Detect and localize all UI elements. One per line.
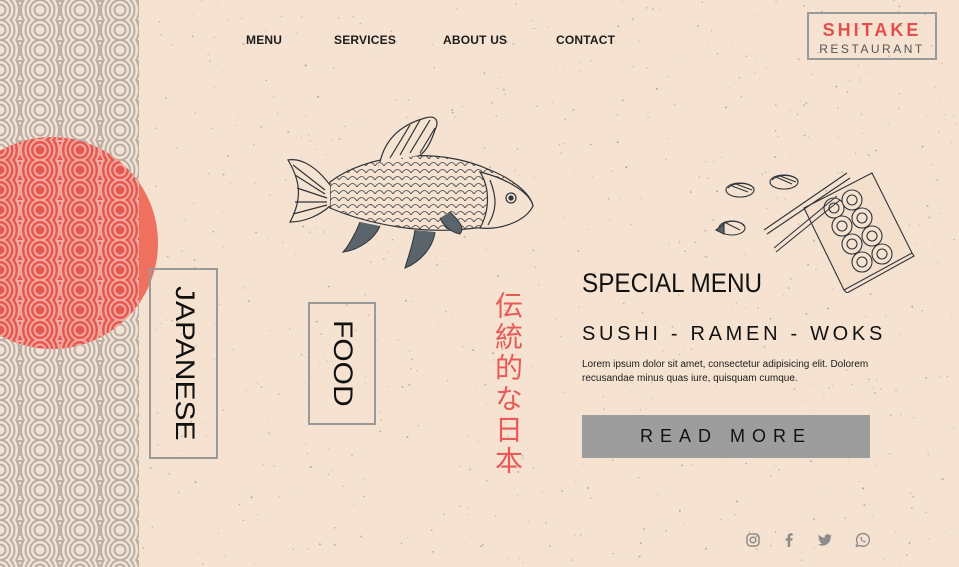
- japanese-tradition-text: 伝統的な日本: [491, 291, 524, 477]
- nav-menu[interactable]: MENU: [246, 33, 282, 47]
- nav-services[interactable]: SERVICES: [334, 33, 396, 47]
- seigaiha-pattern-strip: [0, 0, 139, 567]
- logo-subtitle: RESTAURANT: [819, 42, 925, 56]
- whatsapp-icon[interactable]: [855, 532, 871, 548]
- special-menu-description: Lorem ipsum dolor sit amet, consectetur …: [582, 359, 869, 384]
- instagram-icon[interactable]: [745, 532, 761, 548]
- read-more-button[interactable]: READ MORE: [582, 415, 870, 458]
- logo-title: SHITAKE: [822, 20, 922, 40]
- food-label-box: FOOD: [308, 302, 376, 425]
- landing-page: MENU SERVICES ABOUT US CONTACT SHITAKE R…: [0, 0, 959, 567]
- special-menu-title: SPECIAL MENU: [582, 268, 763, 298]
- twitter-icon[interactable]: [817, 532, 833, 548]
- fish-illustration: [287, 116, 534, 269]
- restaurant-logo[interactable]: SHITAKE RESTAURANT: [807, 12, 937, 60]
- food-label: FOOD: [327, 320, 357, 407]
- facebook-icon[interactable]: [781, 532, 797, 548]
- japanese-label: JAPANESE: [169, 286, 199, 441]
- nav-contact[interactable]: CONTACT: [556, 33, 615, 47]
- japanese-label-box: JAPANESE: [149, 268, 218, 459]
- special-menu-subtitle: SUSHI - RAMEN - WOKS: [582, 323, 887, 345]
- nav-about-us[interactable]: ABOUT US: [443, 33, 507, 47]
